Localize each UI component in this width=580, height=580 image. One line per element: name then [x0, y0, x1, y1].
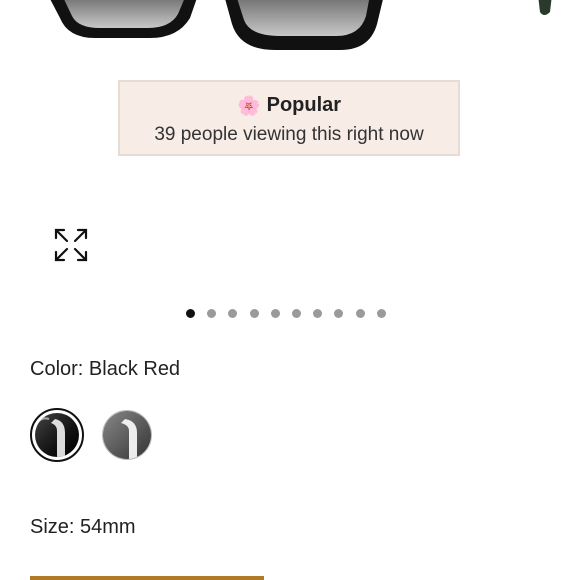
- viewers-count-text: 39 people viewing this right now: [154, 124, 424, 145]
- carousel-dot[interactable]: [270, 309, 280, 318]
- size-selector-top-edge: [30, 576, 264, 580]
- popular-title-row: 🌸 Popular: [120, 94, 458, 118]
- popular-title: Popular: [266, 94, 342, 116]
- flower-icon: 🌸: [236, 96, 261, 117]
- swatch-lens-image: [35, 413, 79, 457]
- carousel-dot[interactable]: [355, 309, 365, 318]
- color-label: Color: Black Red: [30, 358, 181, 380]
- carousel-dots: [186, 309, 386, 318]
- swatch-lens-image: [103, 411, 151, 459]
- carousel-dot[interactable]: [334, 309, 344, 318]
- carousel-dot[interactable]: [186, 309, 195, 318]
- expand-arrows-icon: [54, 228, 88, 262]
- carousel-dot[interactable]: [313, 309, 323, 318]
- carousel-dot[interactable]: [249, 309, 259, 318]
- size-label: Size: 54mm: [30, 516, 136, 538]
- popular-badge: 🌸 Popular 39 people viewing this right no…: [118, 80, 460, 156]
- carousel-dot[interactable]: [291, 309, 301, 318]
- carousel-dot[interactable]: [207, 309, 217, 318]
- color-swatch-black-red[interactable]: [30, 408, 84, 462]
- carousel-dot[interactable]: [228, 309, 238, 318]
- expand-image-button[interactable]: [52, 226, 90, 264]
- product-image-gallery[interactable]: 🌸 Popular 39 people viewing this right no…: [0, 0, 580, 330]
- product-image: [50, 0, 552, 50]
- color-swatch-grey[interactable]: [102, 410, 152, 460]
- carousel-dot[interactable]: [376, 309, 386, 318]
